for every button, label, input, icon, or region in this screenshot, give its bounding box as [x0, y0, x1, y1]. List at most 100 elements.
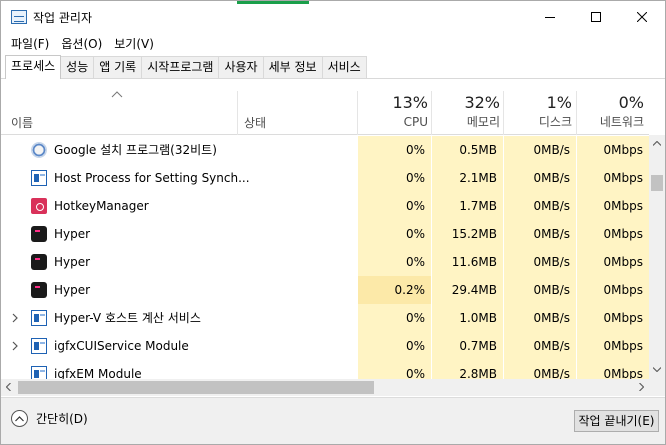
process-network-value: 0Mbps — [603, 143, 643, 157]
minimize-button[interactable] — [527, 1, 573, 33]
column-name[interactable]: 이름 — [11, 114, 33, 131]
vertical-scrollbar[interactable] — [649, 135, 665, 379]
column-network[interactable]: 0% 네트워크 — [577, 93, 644, 131]
process-memory-value: 2.1MB — [459, 171, 497, 185]
vertical-scroll-thumb[interactable] — [651, 175, 663, 191]
process-name: Hyper — [54, 283, 91, 297]
column-cpu[interactable]: 13% CPU — [358, 93, 428, 131]
process-cpu-value: 0% — [405, 255, 425, 269]
scroll-up-icon — [653, 141, 661, 146]
end-task-button[interactable]: 작업 끝내기(E) — [574, 410, 659, 432]
memory-label: 메모리 — [466, 115, 500, 129]
menu-view[interactable]: 보기(V) — [108, 34, 160, 54]
process-row[interactable]: Hyper-V 호스트 계산 서비스 0% 1.0MB 0MB/s 0Mbps — [1, 304, 649, 332]
minimize-icon — [545, 17, 555, 18]
menu-bar: 파일(F) 옵션(O) 보기(V) — [1, 33, 665, 55]
horizontal-scrollbar[interactable] — [1, 379, 649, 396]
task-manager-window: 작업 관리자 파일(F) 옵션(O) 보기(V) 프로세스 성능 앱 기록 시작… — [0, 0, 666, 445]
tab-startup[interactable]: 시작프로그램 — [141, 56, 220, 78]
chevron-right-icon[interactable] — [10, 312, 20, 324]
process-list: Google 설치 프로그램(32비트) 0% 0.5MB 0MB/s 0Mbps Hos… — [1, 136, 649, 379]
process-network-value: 0Mbps — [603, 367, 643, 379]
tab-performance[interactable]: 성능 — [60, 56, 95, 78]
process-name: igfxCUIService Module — [54, 339, 189, 353]
disk-total: 1% — [546, 93, 572, 112]
process-disk-value: 0MB/s — [533, 199, 570, 213]
menu-file[interactable]: 파일(F) — [5, 34, 55, 54]
tab-users[interactable]: 사용자 — [218, 56, 264, 78]
process-name: Hyper — [54, 255, 91, 269]
process-network-value: 0Mbps — [603, 339, 643, 353]
process-memory-value: 29.4MB — [451, 283, 497, 297]
column-disk[interactable]: 1% 디스크 — [504, 93, 572, 131]
process-network-value: 0Mbps — [603, 283, 643, 297]
process-row[interactable]: igfxCUIService Module 0% 0.7MB 0MB/s 0Mbps — [1, 332, 649, 360]
cpu-total: 13% — [392, 93, 428, 112]
process-cpu-value: 0% — [405, 171, 425, 185]
fewer-details-button[interactable]: 간단히(D) — [11, 410, 88, 427]
process-row[interactable]: Hyper 0.2% 29.4MB 0MB/s 0Mbps — [1, 276, 649, 304]
close-icon — [637, 12, 647, 22]
window-title: 작업 관리자 — [33, 11, 93, 25]
process-name: Hyper-V 호스트 계산 서비스 — [54, 311, 201, 325]
network-label: 네트워크 — [599, 115, 644, 129]
tab-strip: 프로세스 성능 앱 기록 시작프로그램 사용자 세부 정보 서비스 — [5, 55, 367, 79]
chevron-up-circle-icon — [11, 410, 28, 427]
monitor-icon — [31, 366, 47, 379]
tab-app-history[interactable]: 앱 기록 — [93, 56, 143, 78]
title-bar[interactable]: 작업 관리자 — [1, 1, 665, 33]
menu-options[interactable]: 옵션(O) — [55, 34, 108, 54]
process-network-value: 0Mbps — [603, 227, 643, 241]
scroll-left-icon — [6, 383, 11, 391]
process-memory-value: 2.8MB — [459, 367, 497, 379]
hyper-icon — [31, 282, 47, 298]
scroll-right-icon — [639, 383, 644, 391]
process-network-value: 0Mbps — [603, 311, 643, 325]
hotkey-icon — [31, 198, 47, 214]
network-total: 0% — [618, 93, 644, 112]
process-disk-value: 0MB/s — [533, 283, 570, 297]
process-row[interactable]: HotkeyManager 0% 1.7MB 0MB/s 0Mbps — [1, 192, 649, 220]
process-name: igfxEM Module — [54, 367, 142, 379]
process-cpu-value: 0% — [405, 199, 425, 213]
column-memory[interactable]: 32% 메모리 — [432, 93, 500, 131]
footer-bar: 간단히(D) 작업 끝내기(E) — [1, 397, 665, 444]
process-disk-value: 0MB/s — [533, 367, 570, 379]
tab-services[interactable]: 서비스 — [321, 56, 367, 78]
monitor-icon — [31, 310, 47, 326]
process-network-value: 0Mbps — [603, 255, 643, 269]
horizontal-scroll-thumb[interactable] — [18, 381, 374, 394]
maximize-icon — [591, 12, 601, 22]
process-disk-value: 0MB/s — [533, 171, 570, 185]
column-status[interactable]: 상태 — [244, 114, 266, 131]
process-row[interactable]: Google 설치 프로그램(32비트) 0% 0.5MB 0MB/s 0Mbps — [1, 136, 649, 164]
process-name: Hyper — [54, 227, 91, 241]
tab-details[interactable]: 세부 정보 — [262, 56, 323, 78]
process-name: Google 설치 프로그램(32비트) — [54, 143, 217, 157]
process-memory-value: 0.5MB — [459, 143, 497, 157]
process-cpu-value: 0.2% — [394, 283, 426, 297]
process-cpu-value: 0% — [405, 339, 425, 353]
process-cpu-value: 0% — [405, 367, 425, 379]
sort-ascending-icon[interactable] — [111, 91, 123, 98]
column-divider — [237, 91, 238, 135]
table-header: 이름 상태 13% CPU 32% 메모리 1% 디스크 0% 네트워크 — [1, 79, 649, 135]
process-cpu-value: 0% — [405, 143, 425, 157]
tab-processes[interactable]: 프로세스 — [5, 55, 62, 79]
process-row[interactable]: Host Process for Setting Synch... 0% 2.1MB… — [1, 164, 649, 192]
task-manager-icon — [11, 10, 27, 24]
monitor-icon — [31, 338, 47, 354]
process-memory-value: 1.7MB — [459, 199, 497, 213]
process-row[interactable]: Hyper 0% 15.2MB 0MB/s 0Mbps — [1, 220, 649, 248]
process-row[interactable]: igfxEM Module 0% 2.8MB 0MB/s 0Mbps — [1, 360, 649, 379]
chevron-right-icon[interactable] — [10, 340, 20, 352]
process-name: HotkeyManager — [54, 199, 149, 213]
close-button[interactable] — [619, 1, 665, 33]
memory-total: 32% — [464, 93, 500, 112]
hyper-icon — [31, 226, 47, 242]
scroll-down-icon — [653, 367, 661, 372]
monitor-icon — [31, 170, 47, 186]
process-row[interactable]: Hyper 0% 11.6MB 0MB/s 0Mbps — [1, 248, 649, 276]
maximize-button[interactable] — [573, 1, 619, 33]
process-network-value: 0Mbps — [603, 171, 643, 185]
